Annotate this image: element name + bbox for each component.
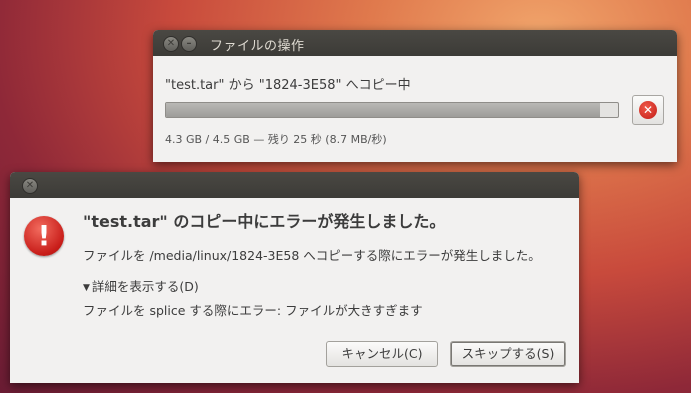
- copy-progress-bar: [165, 102, 619, 118]
- error-icon: !: [24, 216, 64, 256]
- expander-arrow-icon: ▼: [83, 283, 90, 293]
- close-icon[interactable]: ✕: [163, 36, 179, 52]
- copy-status-text: "test.tar" から "1824-3E58" へコピー中: [165, 78, 411, 93]
- details-expander-label: 詳細を表示する(D): [91, 279, 199, 294]
- error-details: ファイルを splice する際にエラー: ファイルが大きすぎます: [83, 303, 423, 318]
- copy-progress-fill: [166, 103, 600, 117]
- error-heading: "test.tar" のコピー中にエラーが発生しました。: [83, 212, 446, 231]
- copy-detail-text: 4.3 GB / 4.5 GB — 残り 25 秒 (8.7 MB/秒): [165, 133, 387, 146]
- error-message: ファイルを /media/linux/1824-3E58 へコピーする際にエラー…: [83, 248, 541, 263]
- desktop: { "copy_window": { "title": "ファイルの操作", "…: [0, 0, 691, 393]
- stop-icon: ✕: [639, 101, 657, 119]
- cancel-button[interactable]: キャンセル(C): [326, 341, 438, 367]
- close-icon[interactable]: ✕: [22, 178, 38, 194]
- error-dialog: ✕ ! "test.tar" のコピー中にエラーが発生しました。 ファイルを /…: [10, 172, 579, 383]
- window-title: ファイルの操作: [210, 39, 305, 54]
- stop-copy-button[interactable]: ✕: [632, 95, 664, 125]
- file-operation-window: ✕ – ファイルの操作 "test.tar" から "1824-3E58" へコ…: [153, 30, 677, 162]
- skip-button[interactable]: スキップする(S): [450, 341, 566, 367]
- minimize-icon[interactable]: –: [181, 36, 197, 52]
- file-operation-titlebar[interactable]: ✕ – ファイルの操作: [153, 30, 677, 56]
- details-expander[interactable]: ▼ 詳細を表示する(D): [83, 276, 199, 295]
- error-dialog-titlebar[interactable]: ✕: [10, 172, 579, 198]
